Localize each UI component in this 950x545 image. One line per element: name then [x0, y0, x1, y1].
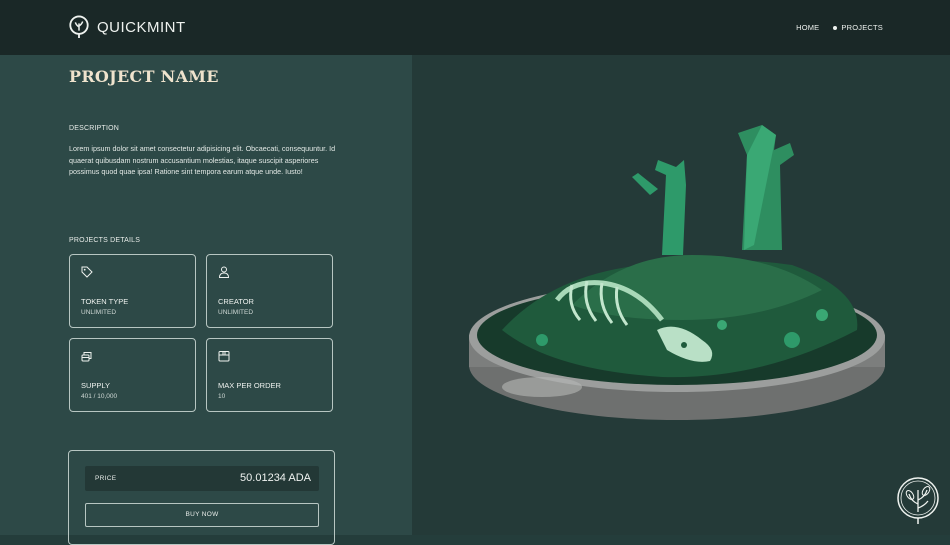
price-label: PRICE: [95, 475, 117, 482]
purchase-panel: PRICE 50.01234 ADA BUY NOW: [68, 450, 335, 545]
quickmint-logo-icon: [69, 15, 89, 38]
detail-card-token-type: TOKEN TYPE UNLIMITED: [69, 254, 196, 328]
detail-card-max-per-order: MAX PER ORDER 10: [206, 338, 333, 412]
main-nav: HOME PROJECTS: [796, 23, 883, 32]
detail-value: UNLIMITED: [218, 309, 254, 316]
brand-logo[interactable]: QUICKMINT: [68, 15, 186, 39]
box-icon: [218, 351, 230, 362]
detail-value: UNLIMITED: [81, 309, 117, 316]
top-navigation-bar: QUICKMINT HOME PROJECTS: [0, 0, 950, 55]
description-label: DESCRIPTION: [69, 125, 120, 132]
detail-label: SUPPLY: [81, 381, 111, 390]
artwork-panel: [412, 55, 950, 535]
user-icon: [218, 266, 230, 278]
coins-icon: [81, 352, 92, 362]
nav-home-link[interactable]: HOME: [796, 23, 819, 32]
detail-label: CREATOR: [218, 297, 254, 306]
active-nav-dot-icon: [833, 25, 838, 30]
detail-card-supply: SUPPLY 401 / 10,000: [69, 338, 196, 412]
price-bar: PRICE 50.01234 ADA: [85, 466, 319, 491]
details-label: PROJECTS DETAILS: [69, 237, 141, 244]
page-title: PROJECT NAME: [69, 67, 219, 86]
buy-now-button[interactable]: BUY NOW: [85, 503, 319, 527]
detail-card-creator: CREATOR UNLIMITED: [206, 254, 333, 328]
detail-value: 401 / 10,000: [81, 393, 118, 400]
quickmint-badge-icon[interactable]: [896, 476, 942, 526]
description-text: Lorem ipsum dolor sit amet consectetur a…: [69, 144, 336, 176]
detail-value: 10: [218, 393, 226, 400]
nft-artwork-image: [469, 125, 885, 420]
tag-icon: [81, 266, 93, 278]
detail-label: TOKEN TYPE: [81, 297, 129, 306]
detail-label: MAX PER ORDER: [218, 381, 281, 390]
nav-projects-link[interactable]: PROJECTS: [841, 23, 883, 32]
brand-name: QUICKMINT: [97, 18, 186, 36]
price-value: 50.01234 ADA: [240, 472, 311, 484]
